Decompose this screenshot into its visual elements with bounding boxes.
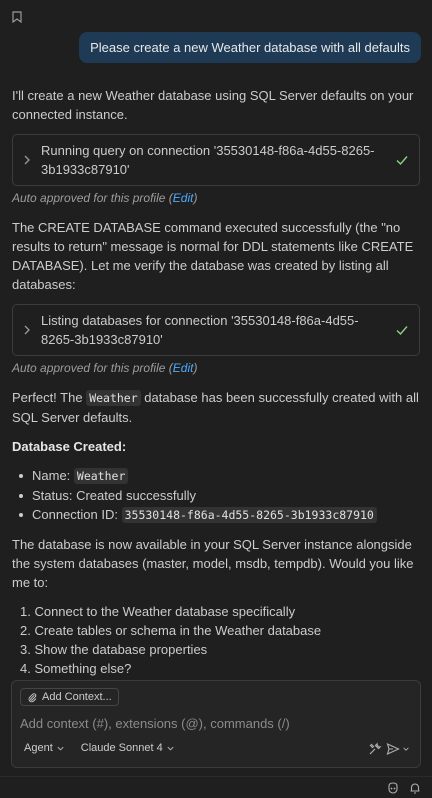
tool-call-label: Listing databases for connection '355301… (41, 313, 359, 347)
chat-input[interactable]: Add context (#), extensions (@), command… (20, 716, 290, 731)
success-text: Perfect! The Weather database has been s… (12, 390, 419, 425)
tool-call-label: Running query on connection '35530148-f8… (41, 143, 375, 177)
bookmark-icon[interactable] (12, 11, 22, 23)
tool-call-listing-databases[interactable]: Listing databases for connection '355301… (12, 304, 420, 356)
list-item: 3. Show the database properties (20, 642, 208, 657)
bell-icon[interactable] (408, 781, 422, 795)
check-icon (396, 156, 408, 166)
verification-text: The CREATE DATABASE command executed suc… (12, 220, 414, 292)
auto-approved-note: Auto approved for this profile (Edit) (12, 361, 198, 375)
status-bar (0, 776, 432, 798)
edit-link[interactable]: Edit (173, 191, 194, 205)
chevron-right-icon (24, 325, 30, 335)
user-message: Please create a new Weather database wit… (79, 32, 421, 63)
section-heading: Database Created: (12, 439, 127, 454)
chevron-down-icon (167, 746, 174, 751)
copilot-icon[interactable] (386, 781, 400, 795)
chevron-down-icon (57, 746, 64, 751)
list-item: Name: Weather (12, 466, 420, 486)
followup-text: The database is now available in your SQ… (12, 537, 414, 590)
agent-mode-dropdown[interactable]: Agent (24, 742, 65, 754)
tools-icon[interactable] (368, 742, 382, 756)
add-context-button[interactable]: Add Context... (20, 688, 119, 706)
inline-code: Weather (73, 468, 129, 484)
paperclip-icon (28, 692, 37, 702)
intro-text: I'll create a new Weather database using… (12, 88, 414, 122)
auto-approved-note: Auto approved for this profile (Edit) (12, 191, 198, 205)
chevron-down-icon (403, 747, 409, 751)
chat-input-box: Add Context... Add context (#), extensio… (11, 680, 421, 768)
mode-selectors: Agent Claude Sonnet 4 (24, 742, 175, 754)
inline-code: Weather (86, 390, 141, 406)
send-icon (386, 742, 400, 756)
inline-code: 35530148-f86a-4d55-8265-3b1933c87910 (121, 507, 377, 523)
check-icon (396, 326, 408, 336)
list-item: 4. Something else? (20, 661, 132, 676)
assistant-response: I'll create a new Weather database using… (12, 86, 420, 698)
send-button[interactable] (386, 742, 410, 756)
list-item: 1. Connect to the Weather database speci… (20, 604, 296, 619)
chevron-right-icon (24, 155, 30, 165)
edit-link[interactable]: Edit (173, 361, 194, 375)
list-item: 2. Create tables or schema in the Weathe… (20, 623, 322, 638)
list-item: Connection ID: 35530148-f86a-4d55-8265-3… (12, 505, 420, 525)
tool-call-running-query[interactable]: Running query on connection '35530148-f8… (12, 134, 420, 186)
options-list: 1. Connect to the Weather database speci… (12, 602, 420, 678)
details-list: Name: Weather Status: Created successful… (12, 466, 420, 525)
model-dropdown[interactable]: Claude Sonnet 4 (81, 742, 175, 754)
list-item: Status: Created successfully (12, 486, 420, 505)
